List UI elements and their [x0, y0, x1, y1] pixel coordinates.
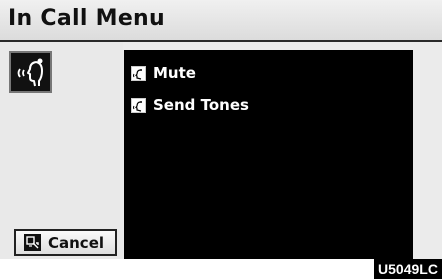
title-bar: In Call Menu [0, 0, 442, 40]
cancel-button[interactable]: Cancel [14, 229, 117, 256]
voice-prompt-icon [131, 97, 146, 113]
menu-item-mute[interactable]: Mute [131, 64, 196, 82]
figure-code-badge: U5049LC [374, 259, 442, 279]
voice-command-button[interactable] [9, 51, 52, 93]
page-title: In Call Menu [8, 6, 165, 31]
menu-item-label: Send Tones [153, 96, 249, 114]
menu-item-send-tones[interactable]: Send Tones [131, 96, 249, 114]
voice-prompt-icon [131, 65, 146, 81]
cancel-icon [24, 234, 41, 251]
menu-list-panel: Mute Send Tones [124, 50, 413, 259]
cancel-label: Cancel [48, 233, 105, 252]
menu-item-label: Mute [153, 64, 196, 82]
in-call-menu-screen: In Call Menu Cancel Mute Send Tones [0, 0, 442, 259]
voice-command-icon [17, 58, 43, 87]
